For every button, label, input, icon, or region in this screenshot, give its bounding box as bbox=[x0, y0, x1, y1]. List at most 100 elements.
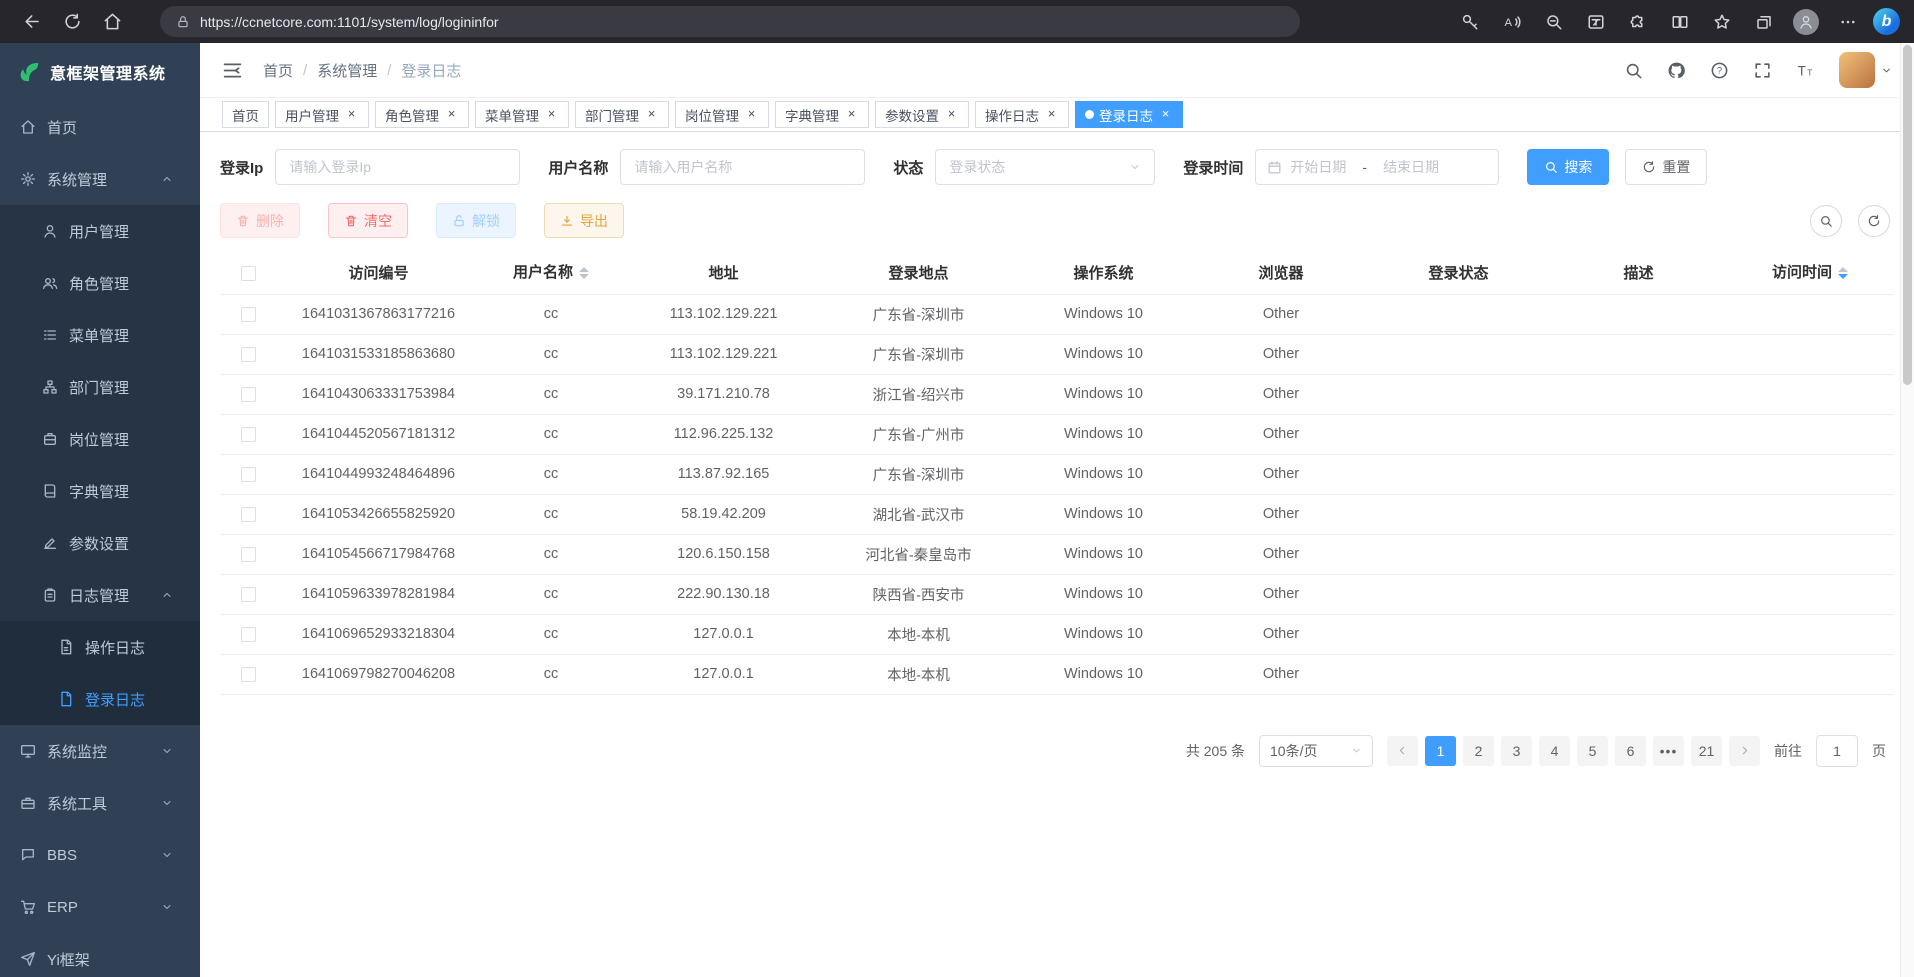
page-button-21[interactable]: 21 bbox=[1691, 736, 1722, 766]
select-all-checkbox[interactable] bbox=[241, 266, 256, 281]
sidebar-item-param-settings[interactable]: 参数设置 bbox=[0, 517, 200, 569]
row-checkbox[interactable] bbox=[241, 667, 256, 682]
sidebar-item-op-log[interactable]: 操作日志 bbox=[0, 621, 200, 673]
status-select[interactable]: 登录状态 bbox=[935, 149, 1155, 185]
login-ip-input[interactable] bbox=[275, 149, 520, 185]
fullscreen-button[interactable] bbox=[1753, 61, 1772, 80]
browser-home-button[interactable] bbox=[94, 5, 130, 39]
page-button-5[interactable]: 5 bbox=[1577, 736, 1608, 766]
row-checkbox[interactable] bbox=[241, 627, 256, 642]
goto-page-input[interactable] bbox=[1816, 735, 1858, 767]
sidebar-item-login-log[interactable]: 登录日志 bbox=[0, 673, 200, 725]
unlock-button[interactable]: 解锁 bbox=[436, 203, 516, 238]
page-button-3[interactable]: 3 bbox=[1501, 736, 1532, 766]
font-size-button[interactable]: TT bbox=[1796, 61, 1815, 80]
tab-op-log[interactable]: 操作日志× bbox=[975, 101, 1069, 128]
row-checkbox[interactable] bbox=[241, 467, 256, 482]
extensions-button[interactable] bbox=[1621, 5, 1655, 39]
sidebar-item-dept-mgmt[interactable]: 部门管理 bbox=[0, 361, 200, 413]
tab-param-settings[interactable]: 参数设置× bbox=[875, 101, 969, 128]
sidebar-item-system-mgmt[interactable]: 系统管理 bbox=[0, 153, 200, 205]
sidebar-item-bbs[interactable]: BBS bbox=[0, 829, 200, 881]
scrollbar-thumb[interactable] bbox=[1903, 45, 1912, 385]
sort-caret-icon[interactable] bbox=[579, 262, 589, 284]
page-button-2[interactable]: 2 bbox=[1463, 736, 1494, 766]
sidebar-item-sys-tools[interactable]: 系统工具 bbox=[0, 777, 200, 829]
tab-post-mgmt[interactable]: 岗位管理× bbox=[675, 101, 769, 128]
column-header-time[interactable]: 访问时间 bbox=[1726, 252, 1894, 294]
delete-button[interactable]: 删除 bbox=[220, 203, 300, 238]
export-button[interactable]: 导出 bbox=[544, 203, 624, 238]
pager-more[interactable]: ••• bbox=[1653, 736, 1684, 766]
page-size-select[interactable]: 10条/页 bbox=[1259, 735, 1373, 767]
search-button[interactable] bbox=[1624, 61, 1643, 80]
reload-button[interactable] bbox=[54, 5, 90, 39]
row-checkbox[interactable] bbox=[241, 347, 256, 362]
tab-home[interactable]: 首页 bbox=[222, 101, 269, 128]
column-header-user[interactable]: 用户名称 bbox=[481, 252, 621, 294]
question-button[interactable]: ? bbox=[1710, 61, 1729, 80]
prev-page-button[interactable] bbox=[1387, 736, 1418, 766]
refresh-table-button[interactable] bbox=[1858, 205, 1890, 237]
row-checkbox[interactable] bbox=[241, 587, 256, 602]
translate-button[interactable] bbox=[1579, 5, 1613, 39]
row-checkbox[interactable] bbox=[241, 547, 256, 562]
search-button[interactable]: 搜索 bbox=[1527, 149, 1609, 185]
profile-button[interactable] bbox=[1789, 5, 1823, 39]
clear-button[interactable]: 清空 bbox=[328, 203, 408, 238]
sidebar-item-yi-framework[interactable]: Yi框架 bbox=[0, 933, 200, 977]
row-checkbox[interactable] bbox=[241, 307, 256, 322]
tab-login-log[interactable]: 登录日志× bbox=[1075, 101, 1183, 128]
tab-menu-mgmt[interactable]: 菜单管理× bbox=[475, 101, 569, 128]
username-input[interactable] bbox=[620, 149, 865, 185]
tab-dept-mgmt[interactable]: 部门管理× bbox=[575, 101, 669, 128]
github-button[interactable] bbox=[1667, 61, 1686, 80]
url-bar[interactable]: https://ccnetcore.com:1101/system/log/lo… bbox=[160, 6, 1300, 37]
sidebar-item-sys-monitor[interactable]: 系统监控 bbox=[0, 725, 200, 777]
app-logo[interactable]: 意框架管理系统 bbox=[0, 43, 200, 101]
breadcrumb-item[interactable]: 系统管理 bbox=[317, 60, 377, 81]
close-tab-icon[interactable]: × bbox=[844, 107, 859, 122]
sidebar-item-log-mgmt[interactable]: 日志管理 bbox=[0, 569, 200, 621]
show-search-button[interactable] bbox=[1810, 205, 1842, 237]
close-tab-icon[interactable]: × bbox=[644, 107, 659, 122]
date-range-picker[interactable]: 开始日期 - 结束日期 bbox=[1255, 149, 1499, 185]
close-tab-icon[interactable]: × bbox=[944, 107, 959, 122]
close-tab-icon[interactable]: × bbox=[344, 107, 359, 122]
sidebar-item-erp[interactable]: ERP bbox=[0, 881, 200, 933]
sidebar-item-post-mgmt[interactable]: 岗位管理 bbox=[0, 413, 200, 465]
sort-caret-icon[interactable] bbox=[1838, 262, 1848, 284]
scrollbar[interactable] bbox=[1900, 43, 1914, 977]
read-aloud-button[interactable]: A bbox=[1495, 5, 1529, 39]
sidebar-item-user-mgmt[interactable]: 用户管理 bbox=[0, 205, 200, 257]
user-avatar-menu[interactable] bbox=[1839, 52, 1892, 88]
back-button[interactable] bbox=[14, 5, 50, 39]
split-screen-button[interactable] bbox=[1663, 5, 1697, 39]
row-checkbox[interactable] bbox=[241, 427, 256, 442]
tab-role-mgmt[interactable]: 角色管理× bbox=[375, 101, 469, 128]
zoom-out-button[interactable] bbox=[1537, 5, 1571, 39]
next-page-button[interactable] bbox=[1729, 736, 1760, 766]
tab-dict-mgmt[interactable]: 字典管理× bbox=[775, 101, 869, 128]
close-tab-icon[interactable]: × bbox=[1044, 107, 1059, 122]
bing-icon[interactable]: b bbox=[1873, 8, 1900, 35]
sidebar-item-home[interactable]: 首页 bbox=[0, 101, 200, 153]
sidebar-item-dict-mgmt[interactable]: 字典管理 bbox=[0, 465, 200, 517]
page-button-1[interactable]: 1 bbox=[1425, 736, 1456, 766]
key-button[interactable] bbox=[1453, 5, 1487, 39]
more-button[interactable] bbox=[1831, 5, 1865, 39]
row-checkbox[interactable] bbox=[241, 507, 256, 522]
tab-user-mgmt[interactable]: 用户管理× bbox=[275, 101, 369, 128]
collections-button[interactable] bbox=[1747, 5, 1781, 39]
close-tab-icon[interactable]: × bbox=[1158, 107, 1173, 122]
row-checkbox[interactable] bbox=[241, 387, 256, 402]
sidebar-item-role-mgmt[interactable]: 角色管理 bbox=[0, 257, 200, 309]
page-button-6[interactable]: 6 bbox=[1615, 736, 1646, 766]
sidebar-item-menu-mgmt[interactable]: 菜单管理 bbox=[0, 309, 200, 361]
page-button-4[interactable]: 4 bbox=[1539, 736, 1570, 766]
reset-button[interactable]: 重置 bbox=[1625, 149, 1707, 185]
close-tab-icon[interactable]: × bbox=[444, 107, 459, 122]
close-tab-icon[interactable]: × bbox=[744, 107, 759, 122]
breadcrumb-item[interactable]: 首页 bbox=[263, 60, 293, 81]
hamburger-icon[interactable] bbox=[222, 60, 243, 81]
